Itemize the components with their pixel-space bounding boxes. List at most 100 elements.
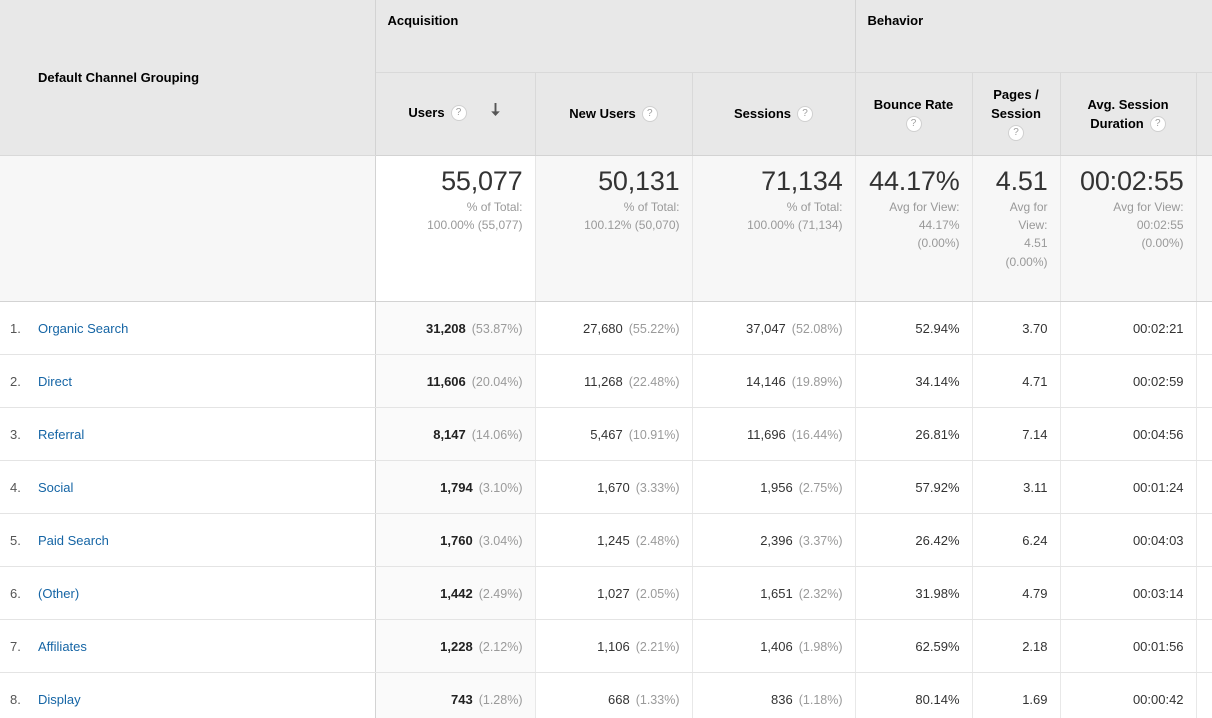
value-users-percent: (53.87%)	[471, 321, 523, 336]
table-row[interactable]: 4. Social 1,794 (3.10%) 1,670 (3.33%) 1,956 (2.…	[0, 460, 1212, 514]
cell-sessions: 1,651 (2.32%)	[692, 566, 856, 620]
help-icon-avg-session-duration[interactable]: ?	[1149, 115, 1166, 132]
value-sessions-percent: (1.98%)	[798, 639, 843, 654]
header-group-row: Default Channel Grouping Acquisition Beh…	[0, 0, 1212, 156]
cell-bounce-rate: 62.59%	[855, 619, 973, 673]
help-icon-pages-per-session[interactable]: ?	[1008, 125, 1025, 142]
value-bounce-rate: 26.42%	[915, 532, 960, 548]
value-users: 8,147	[433, 426, 466, 442]
cell-new-users: 1,245 (2.48%)	[535, 513, 693, 567]
totals-sessions-value: 71,134	[761, 166, 843, 196]
dimension-header-cell[interactable]: Default Channel Grouping	[0, 0, 376, 156]
value-pages-per-session: 4.79	[1022, 585, 1048, 601]
row-index: 4.	[10, 479, 21, 495]
value-bounce-rate: 52.94%	[915, 320, 960, 336]
help-icon-users[interactable]: ?	[450, 105, 467, 121]
value-sessions: 1,651	[760, 585, 793, 601]
channel-link[interactable]: Direct	[38, 374, 72, 389]
column-header-avg-session-duration[interactable]: Avg. Session Duration?	[1060, 72, 1197, 156]
dimension-header-label: Default Channel Grouping	[38, 70, 200, 85]
cell-spacer	[1196, 566, 1212, 620]
totals-new-users-sub2: 100.12% (50,070)	[584, 218, 680, 233]
cell-bounce-rate: 26.42%	[855, 513, 973, 567]
value-users: 743	[451, 691, 473, 707]
totals-new-users-cell: 50,131 % of Total: 100.12% (50,070)	[535, 155, 693, 302]
cell-spacer	[1196, 407, 1212, 461]
value-new-users-percent: (2.48%)	[635, 533, 680, 548]
channel-link[interactable]: Affiliates	[38, 639, 87, 654]
table-row[interactable]: 6. (Other) 1,442 (2.49%) 1,027 (2.05%) 1,651 (2…	[0, 566, 1212, 620]
totals-pages-per-session-sub2: View:	[1018, 218, 1048, 233]
cell-sessions: 836 (1.18%)	[692, 672, 856, 718]
table-row[interactable]: 3. Referral 8,147 (14.06%) 5,467 (10.91%) 11,6…	[0, 407, 1212, 461]
value-pages-per-session: 3.11	[1023, 479, 1048, 495]
value-sessions: 1,406	[760, 638, 793, 654]
totals-spacer-cell	[1196, 155, 1212, 302]
value-sessions: 1,956	[760, 479, 793, 495]
column-header-pages-per-session[interactable]: Pages / Session ?	[972, 72, 1061, 156]
value-users: 1,228	[440, 638, 473, 654]
value-users-percent: (2.12%)	[478, 639, 523, 654]
totals-bounce-rate-sub3: (0.00%)	[917, 236, 960, 251]
cell-bounce-rate: 26.81%	[855, 407, 973, 461]
value-avg-session-duration: 00:04:56	[1132, 426, 1184, 442]
column-header-bounce-rate[interactable]: Bounce Rate ?	[854, 72, 973, 156]
channel-link[interactable]: Display	[38, 692, 81, 707]
column-header-bounce-rate-label: Bounce Rate	[873, 96, 954, 112]
row-index: 1.	[10, 320, 21, 336]
totals-new-users-value: 50,131	[598, 166, 680, 196]
cell-avg-session-duration: 00:00:42	[1060, 672, 1197, 718]
cell-bounce-rate: 57.92%	[855, 460, 973, 514]
table-row[interactable]: 8. Display 743 (1.28%) 668 (1.33%) 836 (1.18%) 8…	[0, 672, 1212, 718]
column-header-sessions[interactable]: Sessions?	[692, 72, 856, 156]
table-row[interactable]: 7. Affiliates 1,228 (2.12%) 1,106 (2.21%) 1,40…	[0, 619, 1212, 673]
totals-pages-per-session-sub3: 4.51	[1024, 236, 1048, 251]
cell-new-users: 668 (1.33%)	[535, 672, 693, 718]
value-pages-per-session: 6.24	[1022, 532, 1048, 548]
cell-avg-session-duration: 00:04:03	[1060, 513, 1197, 567]
channel-link[interactable]: (Other)	[38, 586, 79, 601]
table-row[interactable]: 1. Organic Search 31,208 (53.87%) 27,680 (55.…	[0, 301, 1212, 355]
value-bounce-rate: 80.14%	[915, 691, 960, 707]
channel-link[interactable]: Social	[38, 480, 73, 495]
cell-avg-session-duration: 00:01:56	[1060, 619, 1197, 673]
value-pages-per-session: 7.14	[1022, 426, 1048, 442]
cell-sessions: 1,406 (1.98%)	[692, 619, 856, 673]
table-header: Default Channel Grouping Acquisition Beh…	[0, 0, 1212, 156]
value-sessions: 2,396	[760, 532, 793, 548]
help-icon-new-users[interactable]: ?	[641, 105, 658, 122]
help-icon-bounce-rate[interactable]: ?	[905, 115, 922, 132]
cell-pages-per-session: 4.79	[972, 566, 1061, 620]
value-avg-session-duration: 00:02:59	[1132, 373, 1184, 389]
row-dimension-cell: 6. (Other)	[0, 566, 376, 620]
row-dimension-cell: 8. Display	[0, 672, 376, 718]
cell-pages-per-session: 6.24	[972, 513, 1061, 567]
cell-avg-session-duration: 00:02:59	[1060, 354, 1197, 408]
cell-bounce-rate: 31.98%	[855, 566, 973, 620]
table-row[interactable]: 5. Paid Search 1,760 (3.04%) 1,245 (2.48%) 2,3…	[0, 513, 1212, 567]
channel-link[interactable]: Organic Search	[38, 321, 128, 336]
row-dimension-cell: 4. Social	[0, 460, 376, 514]
value-new-users: 1,106	[597, 638, 630, 654]
channel-link[interactable]: Referral	[38, 427, 84, 442]
sort-descending-icon[interactable]	[489, 102, 502, 124]
totals-pages-per-session-sub4: (0.00%)	[1005, 254, 1048, 269]
value-new-users-percent: (2.21%)	[635, 639, 680, 654]
group-header-behavior: Behavior	[855, 0, 1197, 73]
table-row[interactable]: 2. Direct 11,606 (20.04%) 11,268 (22.48%) 14,1…	[0, 354, 1212, 408]
cell-pages-per-session: 3.11	[972, 460, 1061, 514]
value-users: 31,208	[426, 320, 466, 336]
channel-link[interactable]: Paid Search	[38, 533, 109, 548]
totals-bounce-rate-cell: 44.17% Avg for View: 44.17% (0.00%)	[855, 155, 973, 302]
value-new-users: 668	[608, 691, 630, 707]
cell-sessions: 2,396 (3.37%)	[692, 513, 856, 567]
value-sessions-percent: (16.44%)	[791, 427, 843, 442]
column-header-new-users[interactable]: New Users?	[535, 72, 693, 156]
value-new-users-percent: (10.91%)	[628, 427, 680, 442]
value-new-users-percent: (2.05%)	[635, 586, 680, 601]
value-users-percent: (3.10%)	[478, 480, 523, 495]
help-icon-sessions[interactable]: ?	[797, 105, 814, 122]
cell-users: 31,208 (53.87%)	[375, 301, 536, 355]
column-header-users[interactable]: Users?	[374, 72, 536, 156]
totals-dimension-cell	[0, 155, 376, 302]
